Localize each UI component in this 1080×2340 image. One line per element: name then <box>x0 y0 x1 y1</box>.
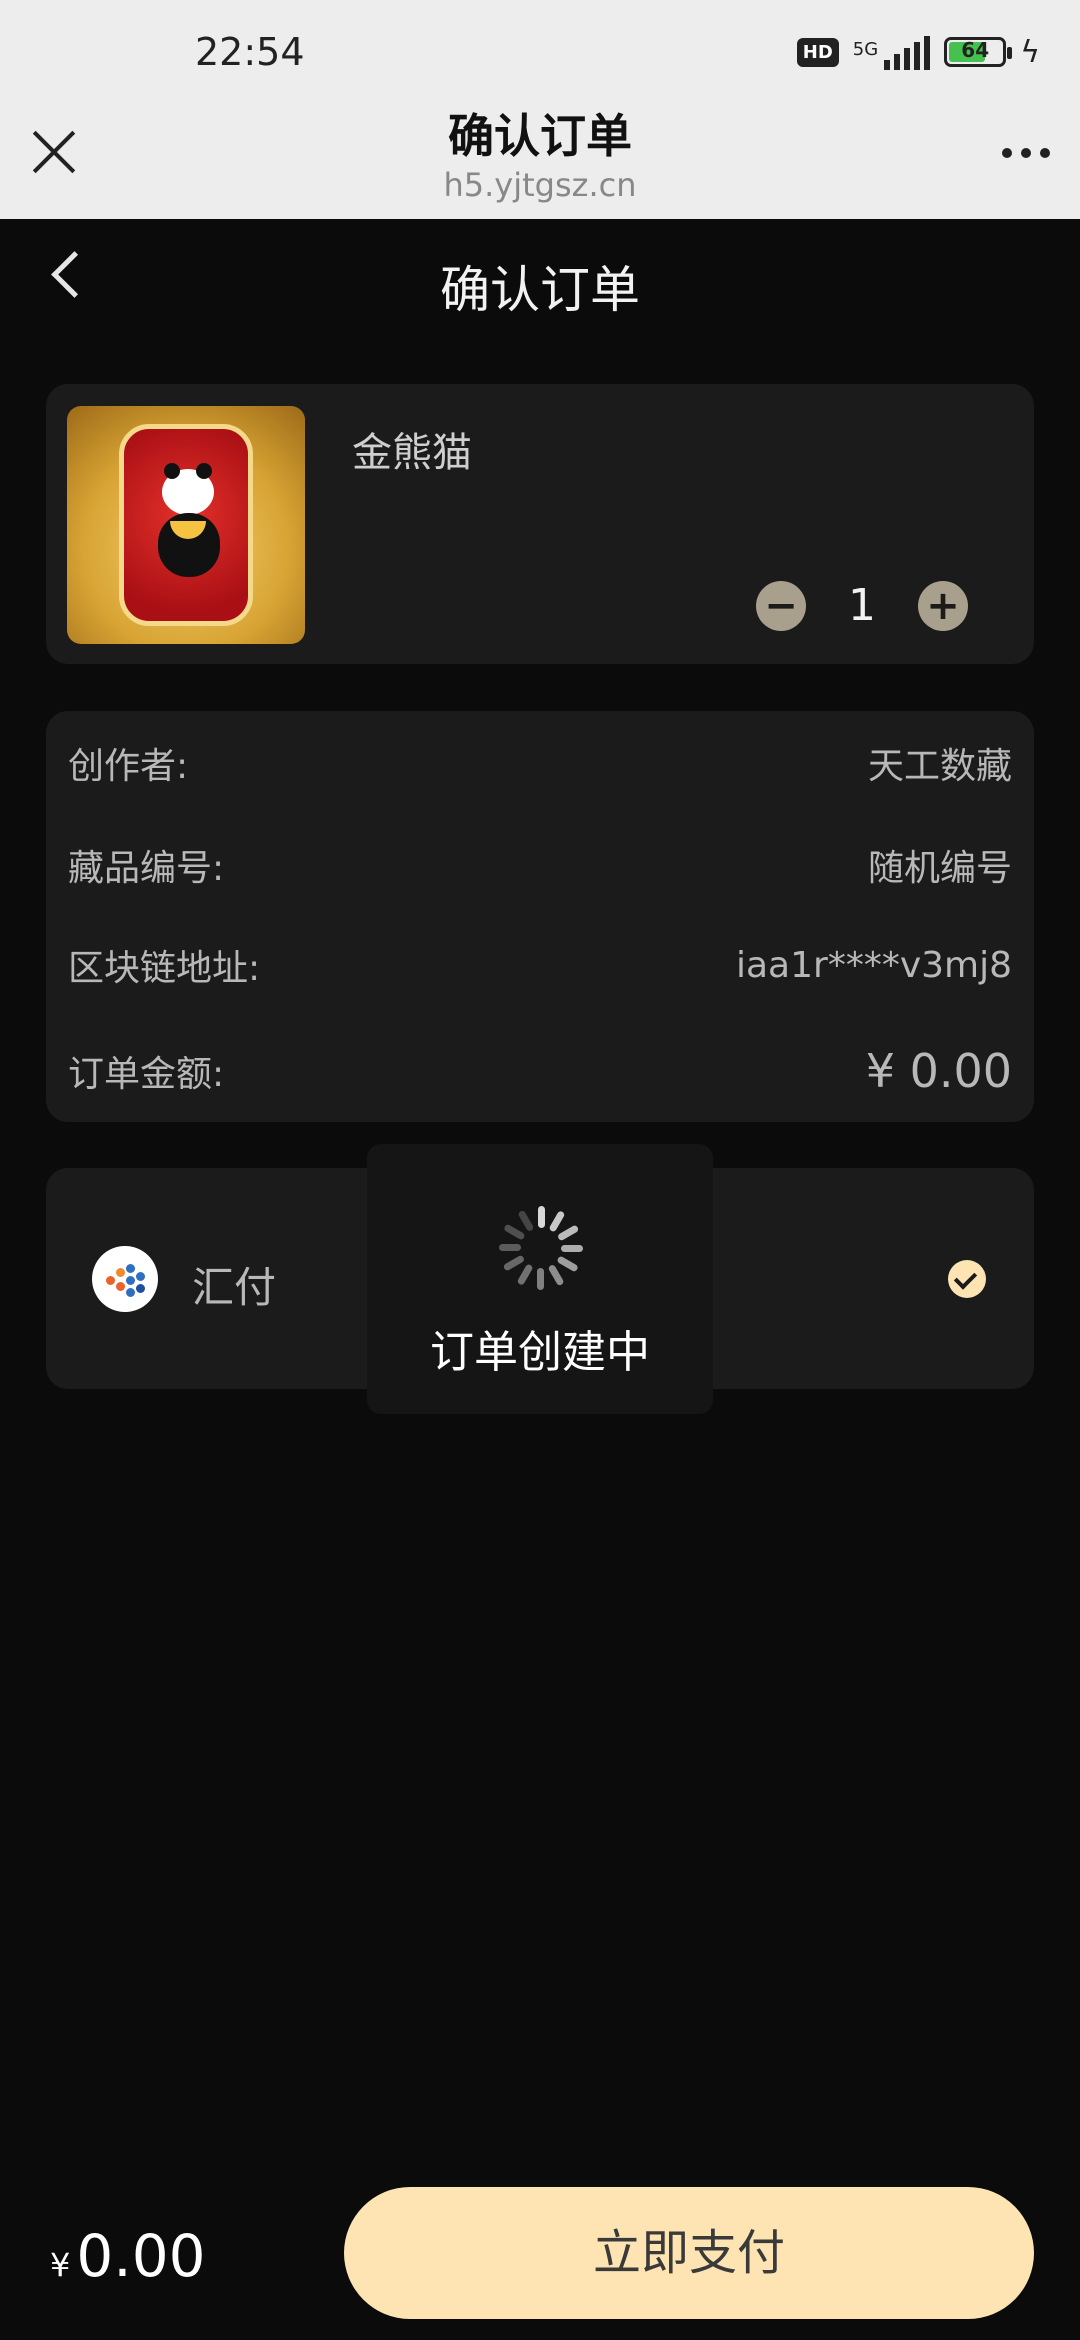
product-name: 金熊猫 <box>352 430 472 476</box>
more-options-icon[interactable] <box>1002 148 1050 158</box>
browser-url: h5.yjtgsz.cn <box>443 166 637 204</box>
chain-address-value: iaa1r****v3mj8 <box>735 944 1012 986</box>
serial-label: 藏品编号: <box>68 848 225 889</box>
pay-now-button[interactable]: 立即支付 <box>344 2187 1034 2319</box>
battery-level: 64 <box>961 38 990 62</box>
total-amount: 0.00 <box>76 2222 206 2290</box>
browser-title: 确认订单 <box>448 109 632 163</box>
quantity-stepper: − 1 + <box>756 580 968 631</box>
decrease-button[interactable]: − <box>756 580 806 631</box>
serial-value: 随机编号 <box>867 848 1012 889</box>
status-time: 22:54 <box>195 30 305 74</box>
amount-label: 订单金额: <box>68 1054 225 1095</box>
creator-value: 天工数藏 <box>867 746 1012 787</box>
order-info-card: 创作者: 天工数藏 藏品编号: 随机编号 区块链地址: iaa1r****v3m… <box>46 711 1034 1122</box>
status-icons: HD 5G 64 ϟ <box>796 34 1040 70</box>
increase-button[interactable]: + <box>918 580 968 631</box>
page-title: 确认订单 <box>440 261 640 319</box>
charging-icon: ϟ <box>1020 34 1040 70</box>
toast-message: 订单创建中 <box>430 1327 650 1378</box>
checkmark-icon[interactable] <box>948 1260 986 1298</box>
network-label: 5G <box>852 39 879 60</box>
creator-label: 创作者: <box>68 746 189 787</box>
hd-icon: HD <box>796 37 839 67</box>
amount-value: ¥ 0.00 <box>865 1044 1012 1098</box>
loading-spinner-icon <box>499 1206 583 1290</box>
chain-address-row: 区块链地址: iaa1r****v3mj8 <box>68 935 1012 995</box>
browser-chrome: 22:54 HD 5G 64 ϟ 确认订单 h5.yjtgsz.cn <box>0 0 1080 219</box>
serial-row: 藏品编号: 随机编号 <box>68 835 1012 895</box>
creator-row: 创作者: 天工数藏 <box>68 733 1012 793</box>
amount-row: 订单金额: ¥ 0.00 <box>68 1041 1012 1101</box>
total-price: ¥ 0.00 <box>50 2222 206 2290</box>
payment-method-name: 汇付 <box>192 1263 277 1312</box>
quantity-value: 1 <box>848 580 876 631</box>
huifu-logo-icon <box>92 1246 158 1312</box>
chain-address-label: 区块链地址: <box>68 948 261 989</box>
loading-toast: 订单创建中 <box>367 1144 713 1414</box>
currency-symbol: ¥ <box>50 2246 71 2284</box>
battery-icon: 64 <box>944 37 1013 67</box>
signal-icon: 5G <box>852 34 931 70</box>
product-image <box>67 406 305 644</box>
product-card: 金熊猫 − 1 + <box>46 384 1034 664</box>
